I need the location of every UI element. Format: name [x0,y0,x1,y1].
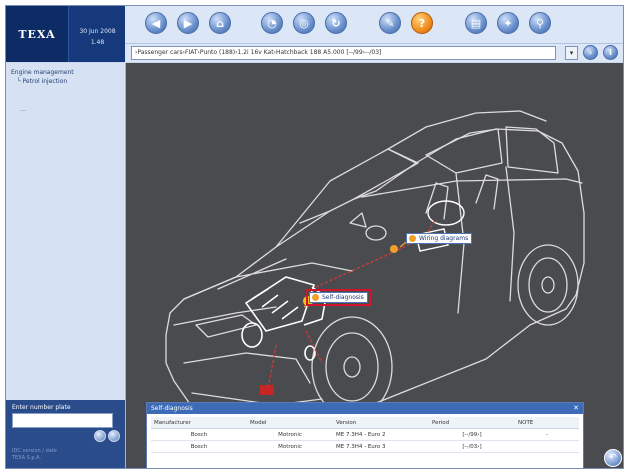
tree-item-label: Petrol injection [22,78,68,85]
plate-go-icon[interactable] [108,430,120,442]
vehicle-path-input[interactable]: ›Passenger cars›FIAT›Punto (188)›1.2i 16… [131,46,556,60]
cell-note [515,440,579,453]
table-row[interactable]: Bosch Motronic ME 7.3H4 ‑ Euro 3 [‑‑/03›… [151,440,579,453]
cell-manufacturer: Bosch [151,428,247,441]
wiring-diagrams-link[interactable]: Wiring diagrams [406,233,473,244]
column-header: Version [333,417,429,429]
number-plate-label: Enter number plate [12,404,71,411]
column-header: NOTE [515,417,579,429]
wiring-diagrams-label: Wiring diagrams [419,235,469,242]
back-icon[interactable]: ◀ [145,12,167,34]
print-icon[interactable]: ▤ [465,12,487,34]
self-diagnosis-label: Self‑diagnosis [322,294,364,301]
self-diagnosis-panel: Self‑diagnosis ✕ Manufacturer Model Vers… [146,402,584,468]
self-diagnosis-icon [312,294,319,301]
tree-item-label: Engine management [11,69,74,76]
vehicle-path-bar: ›Passenger cars›FIAT›Punto (188)›1.2i 16… [125,44,623,62]
texa-logo: TEXA [6,6,68,62]
tree-item-petrol-injection[interactable]: └ Petrol injection [17,78,67,85]
cell-version: ME 7.3H4 ‑ Euro 3 [333,440,429,453]
cell-manufacturer: Bosch [151,440,247,453]
help-icon[interactable]: ? [411,12,433,34]
cell-note: ‑ [515,428,579,441]
cell-version: ME 7.3H4 ‑ Euro 2 [333,428,429,441]
cell-model: Motronic [247,440,333,453]
settings-icon[interactable]: ✦ [497,12,519,34]
path-dropdown-button[interactable]: ▾ [565,46,578,60]
ecu-table: Manufacturer Model Version Period NOTE B… [151,417,579,453]
cell-period: [‑‑/03›] [429,440,515,453]
cell-model: Motronic [247,428,333,441]
panel-title: Self‑diagnosis [151,405,193,412]
plate-search-icon[interactable] [94,430,106,442]
toolbar: ◀ ▶ ⌂ ◔ ◎ ↻ ✎ ? ▤ ✦ ⚲ [125,6,623,44]
table-header-row: Manufacturer Model Version Period NOTE [151,417,579,429]
wrench-icon[interactable]: ✎ [379,12,401,34]
wiring-diagrams-icon [409,235,416,242]
column-header: Model [247,417,333,429]
column-header: Manufacturer [151,417,247,429]
search-icon[interactable]: ⚲ [529,12,551,34]
sidebar-footer-version: IDC version / date [12,448,57,454]
go-icon[interactable]: › [583,45,598,60]
date-panel: 30 Jun 2008 1.48 [68,6,126,62]
forward-icon[interactable]: ▶ [177,12,199,34]
return-icon[interactable]: ↶ [604,449,622,467]
number-plate-panel: Enter number plate IDC version / date TE… [6,400,125,468]
close-icon[interactable]: ✕ [573,403,579,414]
time-text: 1.48 [90,39,105,46]
globe-icon[interactable]: ◎ [293,12,315,34]
number-plate-input[interactable] [12,413,113,428]
refresh-icon[interactable]: ↻ [325,12,347,34]
self-diagnosis-link[interactable]: Self‑diagnosis [306,289,371,306]
tree-placeholder: — [20,107,26,114]
date-text: 30 Jun 2008 [79,28,116,35]
sidebar-footer-company: TEXA S.p.A. [12,455,42,461]
tree-item-engine-management[interactable]: Engine management [11,69,74,76]
home-icon[interactable]: ⌂ [209,12,231,34]
table-row[interactable]: Bosch Motronic ME 7.3H4 ‑ Euro 2 [‑‑/99›… [151,428,579,441]
clock-icon[interactable]: ◔ [261,12,283,34]
app-window: TEXA 30 Jun 2008 1.48 ◀ ▶ ⌂ ◔ ◎ ↻ ✎ ? ▤ … [5,5,624,469]
column-header: Period [429,417,515,429]
cell-period: [‑‑/99›] [429,428,515,441]
info-icon[interactable]: i [603,45,618,60]
sidebar: Engine management └ Petrol injection — E… [6,63,126,468]
panel-title-bar: Self‑diagnosis ✕ [147,403,583,414]
